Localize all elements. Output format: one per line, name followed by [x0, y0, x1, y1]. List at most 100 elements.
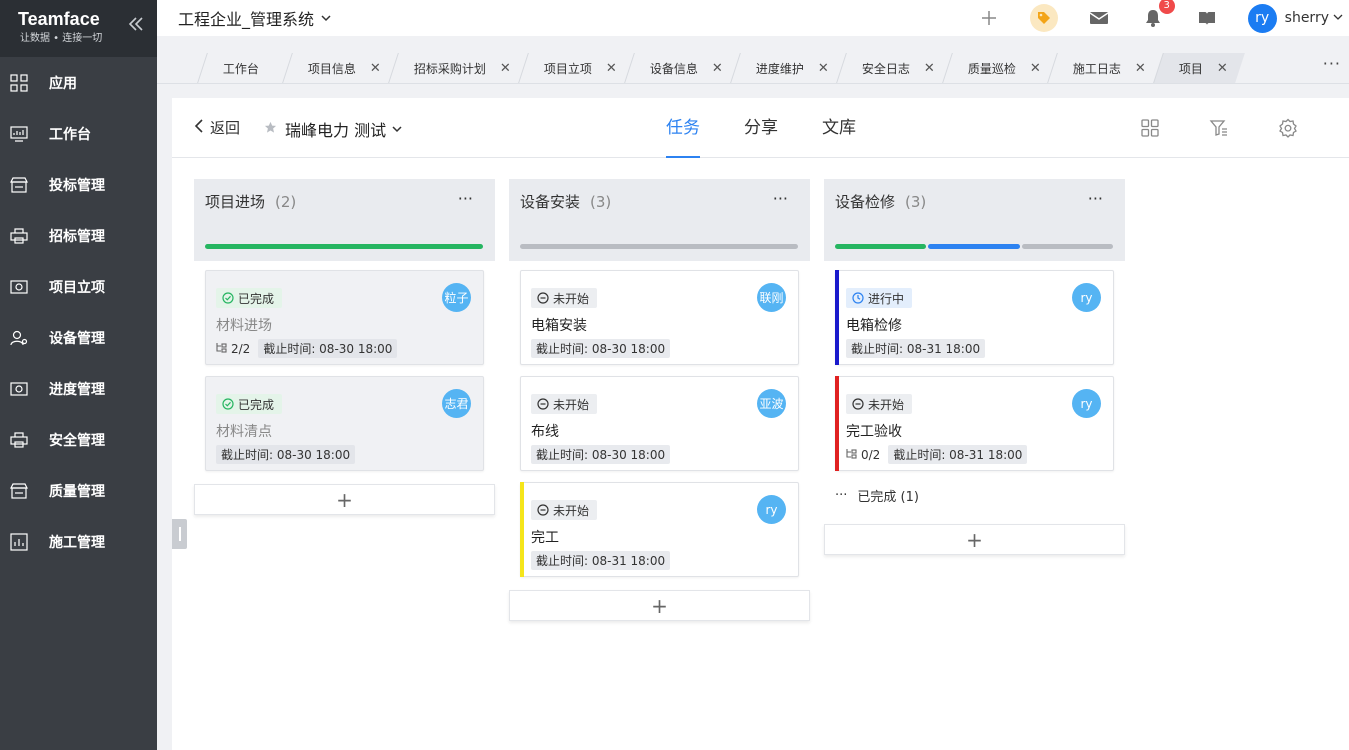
add-task-button[interactable]: + — [509, 590, 810, 621]
board-column: 项目进场 (2) ··· 已完成 材料进场 2/2 截止时间: 08-30 18:00 粒子已… — [194, 179, 495, 515]
assignee-avatar[interactable]: 亚波 — [757, 389, 786, 418]
task-card[interactable]: 已完成 材料进场 2/2 截止时间: 08-30 18:00 粒子 — [205, 270, 484, 365]
filter-icon[interactable] — [1208, 117, 1230, 139]
notification-badge: 3 — [1158, 0, 1175, 14]
task-card[interactable]: 未开始 完工验收 0/2 截止时间: 08-31 18:00 ry — [835, 376, 1114, 471]
book-icon[interactable] — [1194, 5, 1220, 31]
close-icon[interactable]: ✕ — [924, 61, 935, 76]
tab-6[interactable]: 安全日志 ✕ — [835, 53, 952, 83]
projector-icon — [9, 379, 29, 399]
sidebar-item-construction[interactable]: 施工管理 — [0, 516, 157, 567]
tab-label: 施工日志 — [1073, 61, 1122, 76]
mail-icon[interactable] — [1086, 5, 1112, 31]
projector-icon — [9, 277, 29, 297]
assignee-avatar[interactable]: 粒子 — [442, 283, 471, 312]
status-label: 未开始 — [868, 397, 905, 412]
close-icon[interactable]: ✕ — [1217, 61, 1228, 76]
task-card[interactable]: 进行中 电箱检修 截止时间: 08-31 18:00 ry — [835, 270, 1114, 365]
status-label: 进行中 — [868, 291, 905, 306]
close-icon[interactable]: ✕ — [712, 61, 723, 76]
close-icon[interactable]: ✕ — [500, 61, 511, 76]
close-icon[interactable]: ✕ — [1030, 61, 1041, 76]
sidebar-item-label: 应用 — [49, 75, 77, 92]
view-tab-0[interactable]: 任务 — [666, 98, 700, 158]
system-switcher[interactable]: 工程企业_管理系统 — [178, 6, 332, 30]
tab-9[interactable]: 项目 ✕ — [1153, 53, 1246, 83]
task-card[interactable]: 未开始 布线 截止时间: 08-30 18:00 亚波 — [520, 376, 799, 471]
tab-4[interactable]: 设备信息 ✕ — [623, 53, 740, 83]
chevron-down-icon — [391, 120, 403, 139]
plus-icon[interactable] — [976, 5, 1002, 31]
more-tabs-icon[interactable]: ··· — [1323, 54, 1341, 73]
add-task-button[interactable]: + — [824, 524, 1125, 555]
tab-2[interactable]: 招标采购计划 ✕ — [388, 53, 528, 83]
subtask-icon — [846, 448, 861, 462]
bell-icon[interactable]: 3 — [1140, 0, 1175, 31]
column-more-icon[interactable]: ··· — [773, 189, 788, 208]
chart-icon — [9, 532, 29, 552]
sidebar-item-tendering[interactable]: 招标管理 — [0, 210, 157, 261]
task-title: 电箱安装 — [531, 318, 587, 334]
panel-resize-handle[interactable] — [172, 519, 187, 549]
close-icon[interactable]: ✕ — [818, 61, 829, 76]
project-switcher[interactable]: 瑞峰电力 测试 — [264, 117, 403, 141]
column-title-wrap: 设备检修 (3) — [835, 191, 926, 212]
column-title: 设备检修 — [835, 193, 896, 211]
assignee-avatar[interactable]: 志君 — [442, 389, 471, 418]
sidebar-item-safety[interactable]: 安全管理 — [0, 414, 157, 465]
tab-8[interactable]: 施工日志 ✕ — [1047, 53, 1164, 83]
status-label: 已完成 — [238, 291, 275, 306]
sidebar-item-workbench[interactable]: 工作台 — [0, 108, 157, 159]
assignee-avatar[interactable]: ry — [1072, 389, 1101, 418]
star-icon[interactable] — [264, 121, 277, 138]
tab-3[interactable]: 项目立项 ✕ — [517, 53, 634, 83]
close-icon[interactable]: ✕ — [606, 61, 617, 76]
task-meta: 截止时间: 08-30 18:00 — [216, 445, 356, 464]
tab-label: 招标采购计划 — [413, 61, 486, 76]
sidebar-item-label: 设备管理 — [49, 330, 105, 347]
tab-5[interactable]: 进度维护 ✕ — [729, 53, 846, 83]
view-tab-2[interactable]: 文库 — [822, 98, 856, 158]
column-title: 项目进场 — [205, 193, 266, 211]
task-card[interactable]: 未开始 完工 截止时间: 08-31 18:00 ry — [520, 482, 799, 577]
back-button[interactable]: 返回 — [194, 117, 240, 138]
grid-view-icon[interactable] — [1139, 117, 1161, 139]
completed-tasks-toggle[interactable]: ··· 已完成 (1) — [835, 486, 919, 505]
collapse-sidebar-icon[interactable] — [127, 14, 145, 38]
sidebar-item-label: 进度管理 — [49, 381, 105, 398]
task-card[interactable]: 未开始 电箱安装 截止时间: 08-30 18:00 联刚 — [520, 270, 799, 365]
view-tab-1[interactable]: 分享 — [744, 98, 778, 158]
tab-0[interactable]: 工作台 — [197, 53, 292, 83]
subtask-count: 2/2 — [216, 342, 250, 356]
assignee-avatar[interactable]: 联刚 — [757, 283, 786, 312]
assignee-avatar[interactable]: ry — [1072, 283, 1101, 312]
tab-7[interactable]: 质量巡检 ✕ — [941, 53, 1058, 83]
tab-1[interactable]: 项目信息 ✕ — [282, 53, 398, 83]
storefront-icon — [9, 481, 29, 501]
tag-icon[interactable] — [1029, 4, 1058, 32]
column-progress-bar — [835, 244, 1114, 249]
sidebar-item-quality[interactable]: 质量管理 — [0, 465, 157, 516]
status-badge: 未开始 — [531, 394, 598, 414]
column-progress-bar — [205, 244, 483, 249]
add-task-button[interactable]: + — [194, 484, 495, 515]
sidebar-item-progress[interactable]: 进度管理 — [0, 363, 157, 414]
sidebar-item-project-setup[interactable]: 项目立项 — [0, 261, 157, 312]
sidebar-item-label: 投标管理 — [49, 177, 105, 194]
status-badge: 未开始 — [846, 394, 913, 414]
task-card[interactable]: 已完成 材料清点 截止时间: 08-30 18:00 志君 — [205, 376, 484, 471]
column-more-icon[interactable]: ··· — [1088, 189, 1103, 208]
tab-label: 设备信息 — [649, 61, 698, 76]
column-more-icon[interactable]: ··· — [458, 189, 473, 208]
assignee-avatar[interactable]: ry — [757, 495, 786, 524]
sidebar-item-apps[interactable]: 应用 — [0, 57, 157, 108]
sidebar-item-bidding[interactable]: 投标管理 — [0, 159, 157, 210]
settings-gear-icon[interactable] — [1277, 117, 1299, 139]
user-menu[interactable]: ry sherry — [1247, 3, 1343, 33]
close-icon[interactable]: ✕ — [370, 61, 381, 76]
close-icon[interactable]: ✕ — [1135, 61, 1146, 76]
sidebar-item-equipment[interactable]: 设备管理 — [0, 312, 157, 363]
status-doing-icon — [852, 292, 864, 304]
subtask-count: 0/2 — [846, 448, 880, 462]
dashboard-icon — [9, 124, 29, 144]
